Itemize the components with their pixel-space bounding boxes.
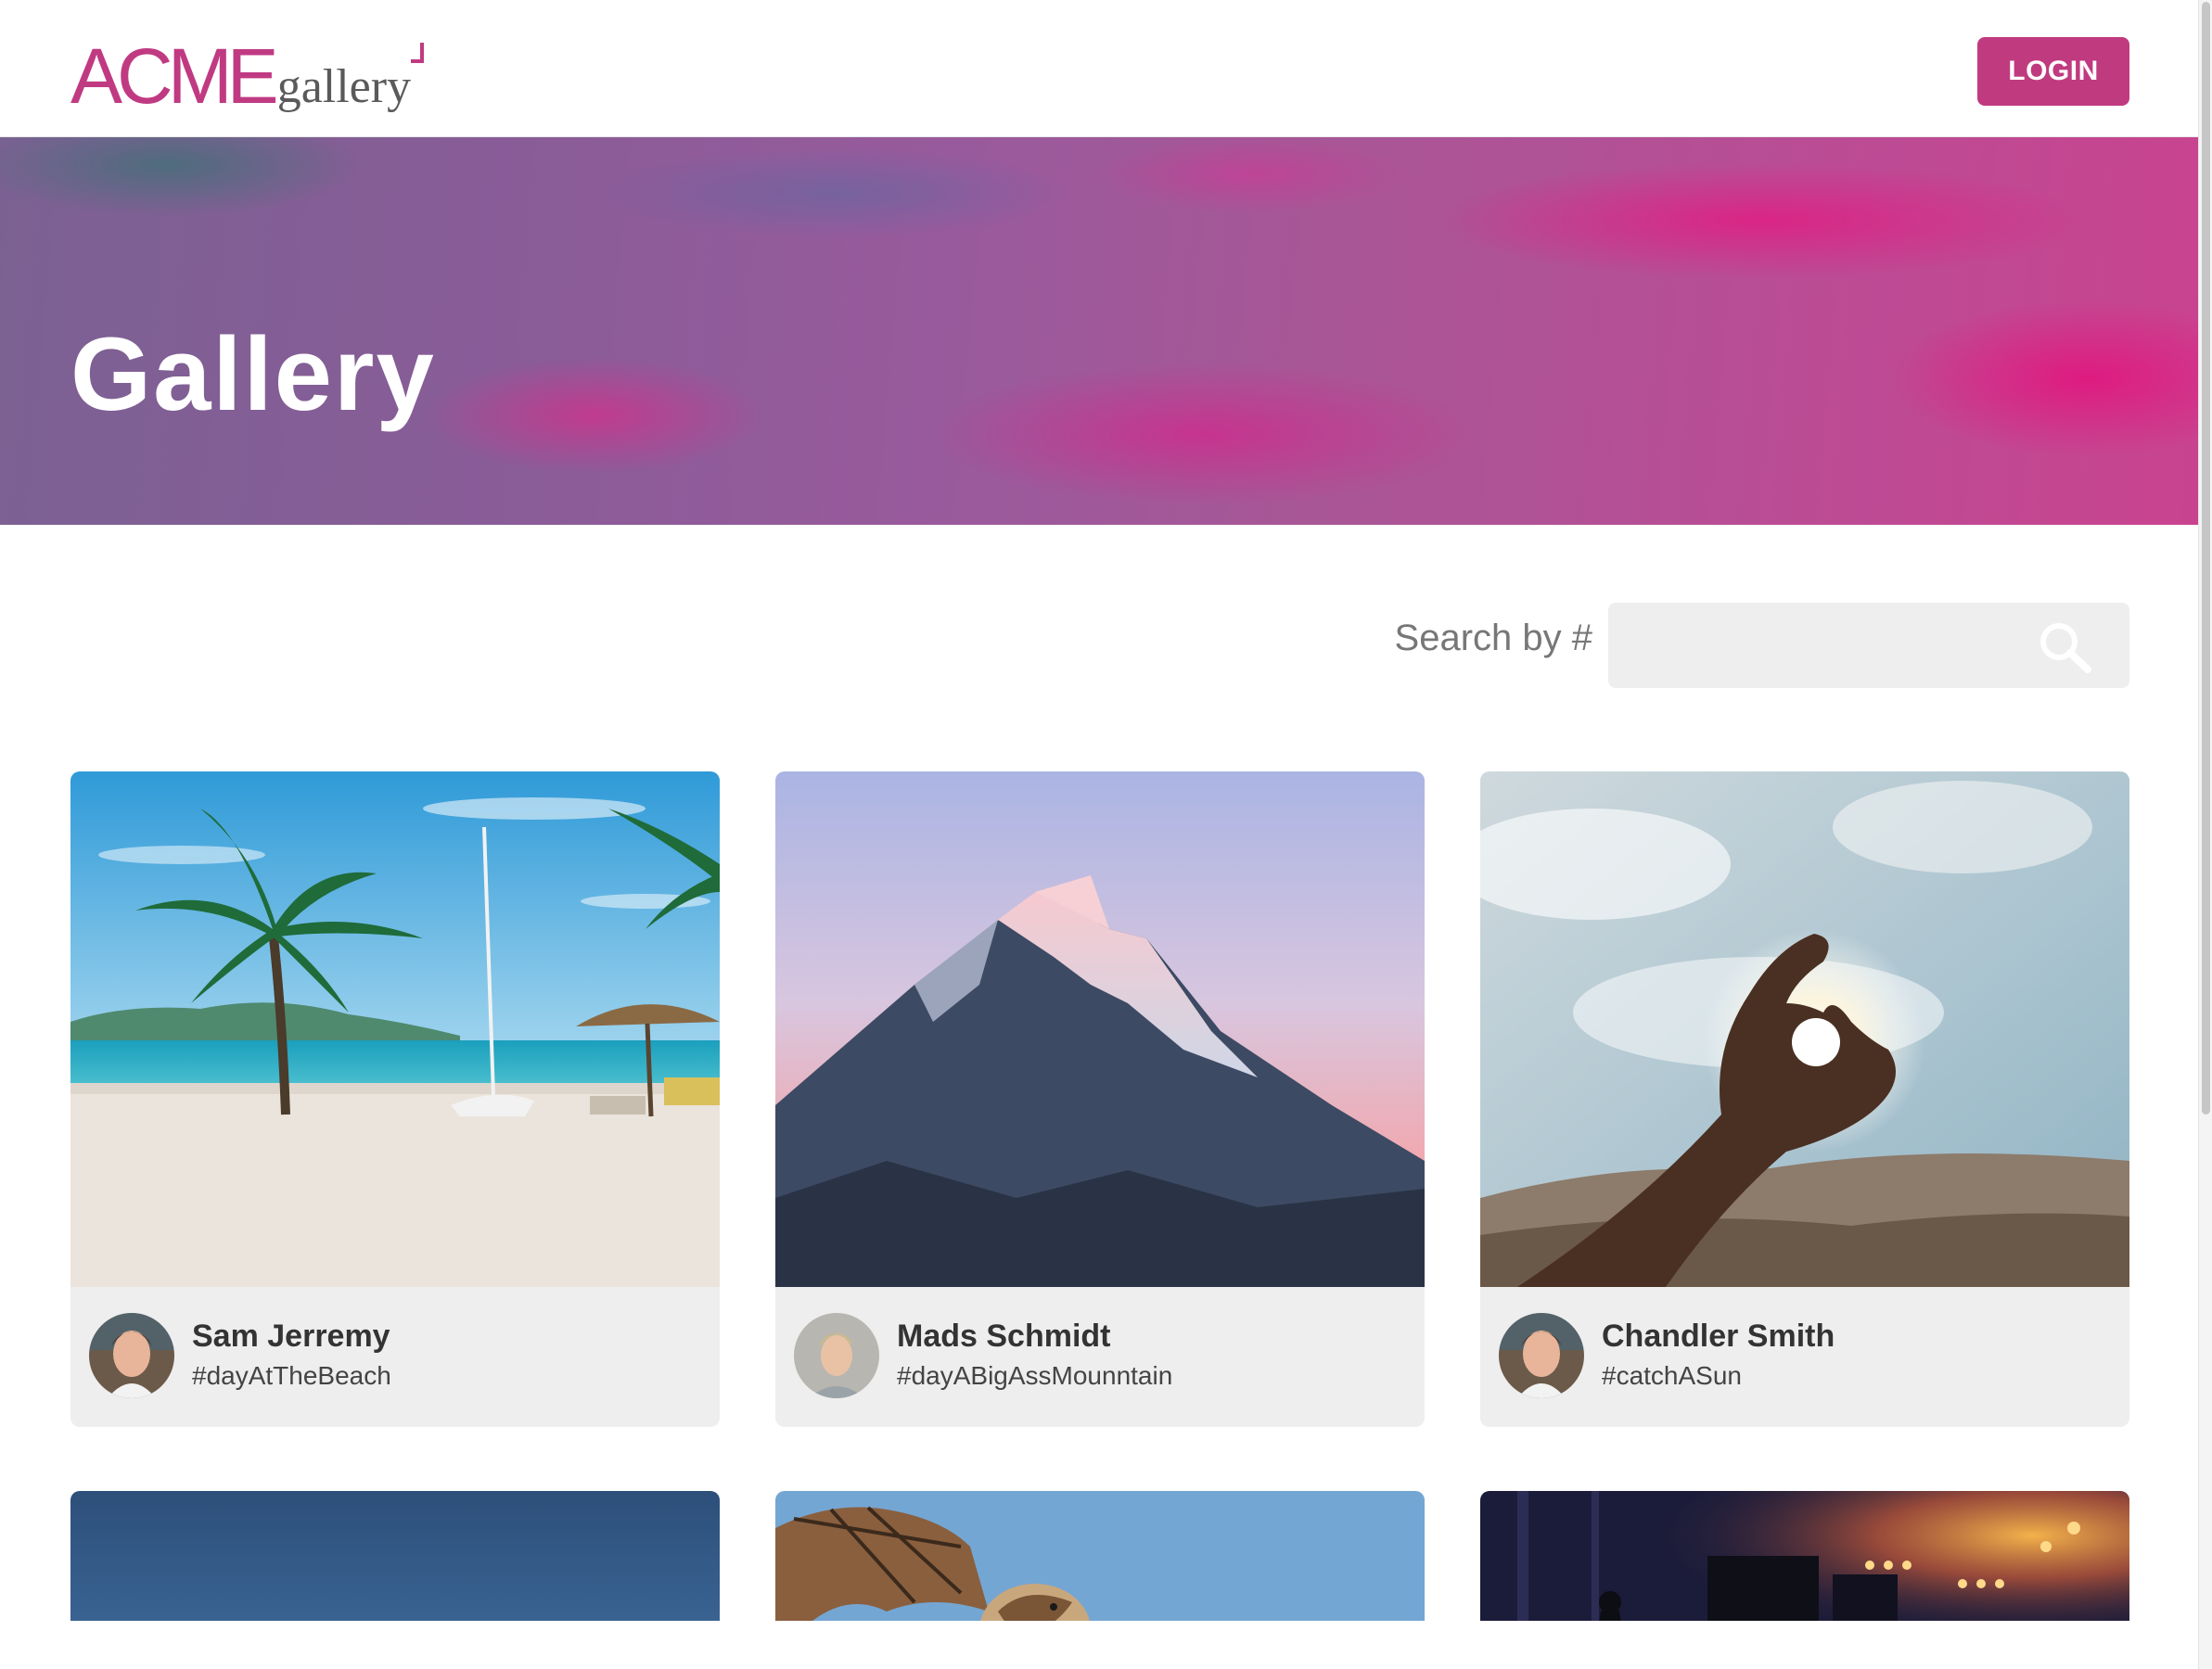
- search-box[interactable]: [1608, 603, 2129, 688]
- search-icon[interactable]: [2037, 619, 2094, 675]
- hero-banner: Gallery: [0, 137, 2198, 525]
- logo-acme-text: ACME: [70, 32, 279, 120]
- acme-gallery-logo[interactable]: ACME gallery: [70, 32, 425, 120]
- card-footer: Mads Schmidt #dayABigAssMounntain: [775, 1287, 1425, 1427]
- bat-photo[interactable]: [775, 1491, 1425, 1621]
- man-avatar[interactable]: [89, 1313, 174, 1398]
- search-label: Search by #: [1394, 618, 1592, 658]
- card-hashtag[interactable]: #catchASun: [1602, 1363, 1742, 1389]
- card-footer: Chandler Smith #catchASun: [1480, 1287, 2129, 1427]
- blue-sky-photo[interactable]: [70, 1491, 720, 1621]
- mountain-photo[interactable]: [775, 771, 1425, 1287]
- concert-photo[interactable]: [1480, 1491, 2129, 1621]
- beach-photo[interactable]: [70, 771, 720, 1287]
- gallery-card[interactable]: [70, 1491, 720, 1621]
- gallery-card[interactable]: [775, 1491, 1425, 1621]
- scrollbar-thumb[interactable]: [2202, 2, 2210, 1115]
- gallery-card[interactable]: Mads Schmidt #dayABigAssMounntain: [775, 771, 1425, 1427]
- search-input[interactable]: [1608, 603, 2035, 688]
- card-author: Chandler Smith: [1602, 1319, 1835, 1354]
- page-title: Gallery: [70, 316, 436, 432]
- card-footer: Sam Jerremy #dayAtTheBeach: [70, 1287, 720, 1427]
- hand-sun-photo[interactable]: [1480, 771, 2129, 1287]
- card-author: Sam Jerremy: [192, 1319, 390, 1354]
- card-hashtag[interactable]: #dayAtTheBeach: [192, 1363, 391, 1389]
- blonde-man-avatar[interactable]: [794, 1313, 879, 1398]
- login-button[interactable]: LOGIN: [1977, 37, 2129, 106]
- card-author: Mads Schmidt: [897, 1319, 1111, 1354]
- page-scrollbar[interactable]: [2198, 0, 2212, 1669]
- gallery-card[interactable]: [1480, 1491, 2129, 1621]
- gallery-card[interactable]: Chandler Smith #catchASun: [1480, 771, 2129, 1427]
- logo-corner-mark: [411, 43, 425, 63]
- gallery-card[interactable]: Sam Jerremy #dayAtTheBeach: [70, 771, 720, 1427]
- site-header: ACME gallery LOGIN: [0, 0, 2198, 137]
- card-hashtag[interactable]: #dayABigAssMounntain: [897, 1363, 1172, 1389]
- man-avatar[interactable]: [1499, 1313, 1584, 1398]
- logo-gallery-text: gallery: [276, 60, 412, 113]
